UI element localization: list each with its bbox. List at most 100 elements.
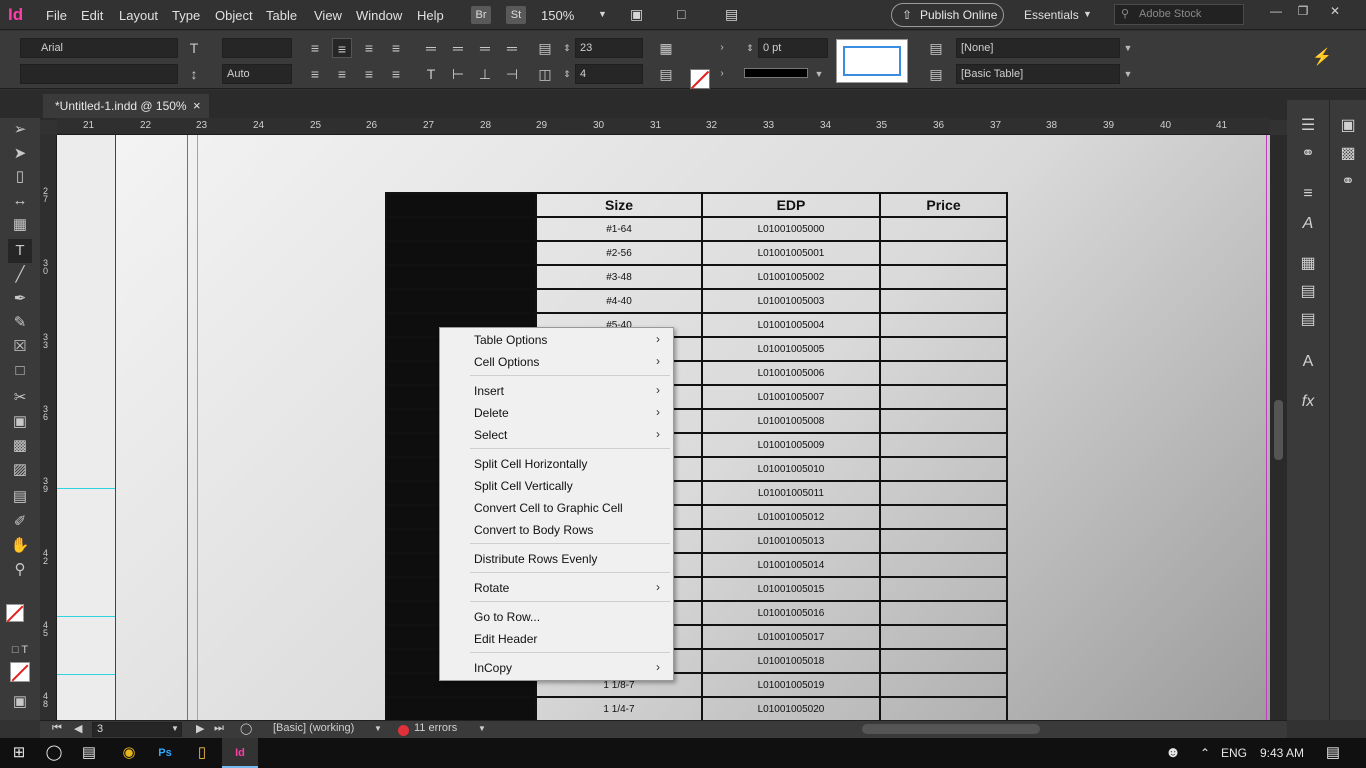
align-middle-icon[interactable]: ═ [448, 38, 468, 58]
view-options-icon[interactable]: □ [677, 6, 685, 22]
table-cell[interactable] [385, 192, 537, 218]
size-cell[interactable]: 1 1/4-7 [535, 696, 703, 720]
hand-tool-icon[interactable]: ✋ [8, 534, 32, 558]
table-cell[interactable] [385, 696, 537, 720]
fill-swatch[interactable] [690, 69, 710, 89]
zoom-level[interactable]: 150% [541, 8, 574, 23]
align-justify-center-icon[interactable]: ≡ [332, 64, 352, 84]
align-top-icon[interactable]: ═ [421, 38, 441, 58]
effects-icon[interactable]: fx [1294, 388, 1322, 416]
next-page-icon[interactable]: ▶ [196, 722, 204, 735]
stroke-weight-field[interactable]: 0 pt [758, 38, 828, 58]
price-cell[interactable] [879, 480, 1008, 506]
table-row[interactable]: #4-40 L01001005003 [385, 288, 1008, 314]
price-cell[interactable] [879, 408, 1008, 434]
screen-mode-icon[interactable]: ▣ [8, 690, 32, 714]
screen-mode-icon[interactable]: ▣ [630, 6, 643, 23]
table-row[interactable]: #2-56 L01001005001 [385, 240, 1008, 266]
gradient-swatch-tool-icon[interactable]: ▩ [8, 434, 32, 458]
adobe-stock-search[interactable]: ⚲ Adobe Stock [1114, 4, 1244, 25]
chevron-down-icon[interactable]: ▼ [1121, 64, 1135, 84]
rectangle-frame-tool-icon[interactable]: ☒ [8, 335, 32, 359]
fill-stroke-swatch[interactable] [6, 604, 26, 624]
restore-button[interactable]: ❐ [1288, 4, 1318, 18]
price-cell[interactable] [879, 456, 1008, 482]
edp-cell[interactable]: L01001005010 [701, 456, 881, 482]
edp-cell[interactable]: L01001005018 [701, 648, 881, 674]
menu-view[interactable]: View [314, 8, 342, 23]
menu-item-split-vertical[interactable]: Split Cell Vertically [474, 479, 573, 493]
open-page-icon[interactable]: ◯ [240, 722, 252, 735]
formatting-affects-container-icon[interactable]: □ T [8, 638, 32, 662]
indesign-taskbar-icon[interactable]: Id [222, 738, 258, 768]
menu-item-table-options[interactable]: Table Options [474, 333, 547, 347]
font-family-field[interactable]: Arial [20, 38, 178, 58]
table-header-row[interactable]: Size EDP Price [385, 192, 1008, 218]
last-page-icon[interactable]: ⏭ [214, 722, 224, 735]
cortana-icon[interactable]: ◯ [39, 738, 69, 768]
edp-cell[interactable]: L01001005016 [701, 600, 881, 626]
justify-vertical-icon[interactable]: ═ [502, 38, 522, 58]
menu-item-distribute-rows[interactable]: Distribute Rows Evenly [474, 552, 597, 566]
edp-cell[interactable]: L01001005012 [701, 504, 881, 530]
price-cell[interactable] [879, 528, 1008, 554]
table-style-field[interactable]: [Basic Table] [956, 64, 1120, 84]
menu-file[interactable]: File [46, 8, 67, 23]
table-panel-icon[interactable]: ▦ [1294, 250, 1322, 278]
document-tab[interactable]: *Untitled-1.indd @ 150% × [43, 94, 209, 118]
type-tool-icon[interactable]: T [8, 239, 32, 263]
edp-cell[interactable]: L01001005019 [701, 672, 881, 698]
horizontal-scrollbar[interactable] [862, 724, 1040, 734]
note-tool-icon[interactable]: ▤ [8, 485, 32, 509]
table-row[interactable]: 1 1/4-7 L01001005020 [385, 696, 1008, 720]
merge-cells-icon[interactable]: ▦ [656, 38, 676, 58]
size-cell[interactable]: #1-64 [535, 216, 703, 242]
chevron-up-icon[interactable]: ⌃ [1190, 738, 1220, 768]
menu-help[interactable]: Help [417, 8, 444, 23]
content-collector-icon[interactable]: ▦ [8, 213, 32, 237]
people-icon[interactable]: ☻ [1158, 738, 1188, 768]
align-center-icon[interactable]: ≡ [332, 38, 352, 58]
price-cell[interactable] [879, 264, 1008, 290]
lightning-icon[interactable]: ⚡ [1312, 48, 1332, 68]
price-cell[interactable] [879, 240, 1008, 266]
first-page-icon[interactable]: ⏮ [52, 722, 62, 735]
chevron-right-icon[interactable]: › [712, 38, 732, 58]
number-of-rows-field[interactable]: 23 [575, 38, 643, 58]
price-cell[interactable] [879, 576, 1008, 602]
creative-cloud-icon[interactable]: ⚭ [1334, 168, 1362, 196]
menu-item-insert[interactable]: Insert [474, 384, 504, 398]
stock-button[interactable]: St [506, 6, 526, 24]
table-cell[interactable] [385, 288, 537, 314]
previous-page-icon[interactable]: ◀ [74, 722, 82, 735]
cell-style-field[interactable]: [None] [956, 38, 1120, 58]
direct-selection-tool-icon[interactable]: ➤ [8, 142, 32, 166]
windows-start-icon[interactable]: ⊞ [4, 738, 34, 768]
leading-field[interactable]: Auto [222, 64, 292, 84]
arrange-documents-icon[interactable]: ▤ [725, 6, 738, 23]
chevron-right-icon[interactable]: › [712, 64, 732, 84]
text-rotate-180-icon[interactable]: ⊥ [475, 64, 495, 84]
edp-cell[interactable]: L01001005017 [701, 624, 881, 650]
menu-item-delete[interactable]: Delete [474, 406, 509, 420]
justify-icon[interactable]: ≡ [386, 38, 406, 58]
menu-table[interactable]: Table [266, 8, 297, 23]
size-cell[interactable]: #2-56 [535, 240, 703, 266]
align-justify-right-icon[interactable]: ≡ [359, 64, 379, 84]
edp-cell[interactable]: L01001005015 [701, 576, 881, 602]
price-cell[interactable] [879, 288, 1008, 314]
page-tool-icon[interactable]: ▯ [8, 165, 32, 189]
paragraph-styles-icon[interactable]: A [1294, 348, 1322, 376]
chevron-down-icon[interactable]: ▼ [1121, 38, 1135, 58]
workspace-switcher[interactable]: Essentials [1024, 8, 1079, 22]
price-cell[interactable] [879, 384, 1008, 410]
font-style-field[interactable] [20, 64, 178, 84]
align-justify-left-icon[interactable]: ≡ [305, 64, 325, 84]
close-tab-icon[interactable]: × [193, 94, 201, 118]
align-left-icon[interactable]: ≡ [305, 38, 325, 58]
edp-cell[interactable]: L01001005014 [701, 552, 881, 578]
close-window-button[interactable]: ✕ [1320, 4, 1350, 18]
edp-cell[interactable]: L01001005003 [701, 288, 881, 314]
chevron-down-icon[interactable]: ▼ [171, 724, 179, 733]
stepper-icon[interactable]: ⇕ [740, 38, 760, 58]
